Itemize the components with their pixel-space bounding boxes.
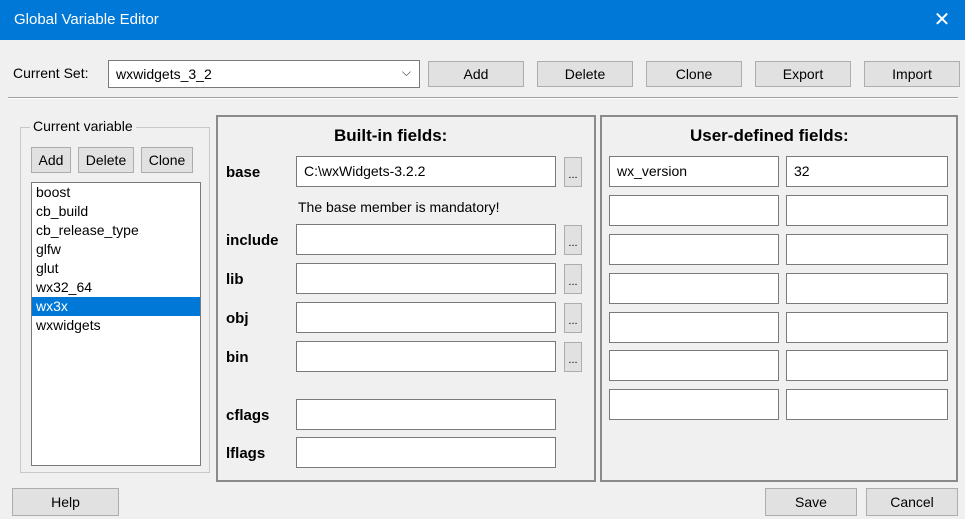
cflags-input[interactable] (296, 399, 556, 430)
user-field-value[interactable] (786, 350, 948, 381)
list-item[interactable]: wx32_64 (32, 278, 200, 297)
user-field-value[interactable] (786, 195, 948, 226)
separator (8, 97, 958, 99)
user-field-name[interactable] (609, 195, 779, 226)
variable-add-button[interactable]: Add (31, 147, 71, 173)
obj-label: obj (226, 310, 249, 327)
chevron-down-icon: ⌵ (401, 65, 411, 79)
user-field-name[interactable] (609, 312, 779, 343)
set-export-button[interactable]: Export (755, 61, 851, 87)
user-field-value[interactable] (786, 389, 948, 420)
variable-list[interactable]: boost cb_build cb_release_type glfw glut… (31, 182, 201, 466)
current-set-value: wxwidgets_3_2 (116, 66, 212, 82)
user-field-name[interactable] (609, 234, 779, 265)
user-field-value[interactable] (786, 273, 948, 304)
variable-clone-button[interactable]: Clone (141, 147, 193, 173)
title-bar: Global Variable Editor ✕ (0, 0, 965, 40)
include-browse-button[interactable]: ... (564, 225, 582, 255)
bin-browse-button[interactable]: ... (564, 342, 582, 372)
lib-input[interactable] (296, 263, 556, 294)
close-icon[interactable]: ✕ (919, 0, 965, 40)
user-field-value[interactable] (786, 312, 948, 343)
lib-label: lib (226, 271, 244, 288)
bin-input[interactable] (296, 341, 556, 372)
list-item[interactable]: cb_build (32, 202, 200, 221)
mandatory-note: The base member is mandatory! (298, 199, 500, 215)
current-set-label: Current Set: (13, 65, 89, 81)
current-set-dropdown[interactable]: wxwidgets_3_2 ⌵ (108, 60, 420, 88)
list-item[interactable]: glfw (32, 240, 200, 259)
set-add-button[interactable]: Add (428, 61, 524, 87)
cancel-button[interactable]: Cancel (866, 488, 958, 516)
user-field-name[interactable] (609, 389, 779, 420)
save-button[interactable]: Save (765, 488, 857, 516)
user-field-name[interactable]: wx_version (609, 156, 779, 187)
bin-label: bin (226, 349, 249, 366)
help-button[interactable]: Help (12, 488, 119, 516)
userdefined-fields-title: User-defined fields: (690, 126, 849, 145)
base-input[interactable]: C:\wxWidgets-3.2.2 (296, 156, 556, 187)
set-import-button[interactable]: Import (864, 61, 960, 87)
obj-input[interactable] (296, 302, 556, 333)
user-field-name[interactable] (609, 350, 779, 381)
base-label: base (226, 164, 261, 181)
current-variable-title: Current variable (30, 118, 136, 134)
list-item[interactable]: wxwidgets (32, 316, 200, 335)
include-label: include (226, 232, 279, 249)
lflags-input[interactable] (296, 437, 556, 468)
user-field-name[interactable] (609, 273, 779, 304)
list-item-selected[interactable]: wx3x (32, 297, 200, 316)
base-browse-button[interactable]: ... (564, 157, 582, 187)
cflags-label: cflags (226, 407, 270, 424)
lflags-label: lflags (226, 445, 266, 462)
list-item[interactable]: boost (32, 183, 200, 202)
window-title: Global Variable Editor (14, 11, 159, 28)
user-field-value[interactable] (786, 234, 948, 265)
user-field-value[interactable]: 32 (786, 156, 948, 187)
include-input[interactable] (296, 224, 556, 255)
list-item[interactable]: glut (32, 259, 200, 278)
obj-browse-button[interactable]: ... (564, 303, 582, 333)
set-delete-button[interactable]: Delete (537, 61, 633, 87)
lib-browse-button[interactable]: ... (564, 264, 582, 294)
variable-delete-button[interactable]: Delete (78, 147, 134, 173)
set-clone-button[interactable]: Clone (646, 61, 742, 87)
list-item[interactable]: cb_release_type (32, 221, 200, 240)
builtin-fields-title: Built-in fields: (334, 126, 448, 145)
